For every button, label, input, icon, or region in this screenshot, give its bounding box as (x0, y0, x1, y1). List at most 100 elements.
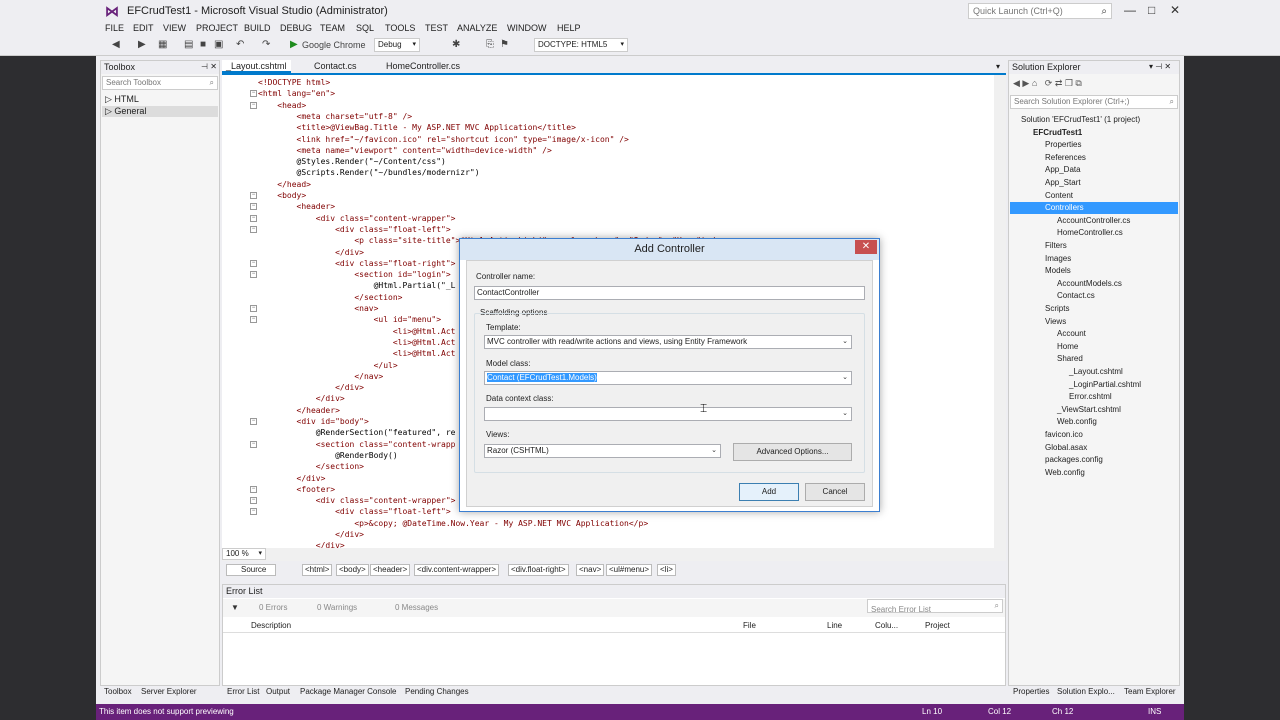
breadcrumb-item[interactable]: <header> (370, 564, 411, 576)
breadcrumb-item[interactable]: <div.float-right> (508, 564, 569, 576)
collapse-icon[interactable]: − (250, 497, 257, 505)
solution-tree-item[interactable]: _Layout.cshtml (1069, 367, 1123, 376)
solution-tree-item[interactable]: EFCrudTest1 (1033, 128, 1082, 137)
browser-label[interactable]: Google Chrome (302, 40, 366, 50)
collapse-icon[interactable]: − (250, 485, 257, 493)
toolbox-search-input[interactable]: Search Toolbox ⌕ (102, 76, 218, 90)
collapse-icon[interactable]: − (250, 316, 257, 324)
code-line[interactable]: <!DOCTYPE html> (258, 77, 330, 88)
bookmark-icon[interactable]: ⚑ (500, 39, 509, 50)
breadcrumb-item[interactable]: <div.content-wrapper> (414, 564, 500, 576)
code-line[interactable]: <header> (258, 201, 336, 212)
menu-item-window[interactable]: WINDOW (507, 23, 547, 33)
code-line[interactable]: </header> (258, 405, 340, 416)
solution-tree-item[interactable]: Controllers (1045, 203, 1084, 212)
solution-tree-item[interactable]: Global.asax (1045, 443, 1087, 452)
column-line[interactable]: Line (827, 621, 842, 630)
code-line[interactable]: </div> (258, 393, 345, 404)
solution-tree-item[interactable]: Web.config (1045, 468, 1085, 477)
code-line[interactable]: <meta name="viewport" content="width=dev… (258, 145, 552, 156)
collapse-icon[interactable]: − (250, 90, 257, 98)
code-line[interactable]: <div class="content-wrapper"> (258, 495, 456, 506)
tab-home-controller[interactable]: HomeController.cs (382, 60, 464, 73)
back-icon[interactable]: ◀ (112, 39, 120, 50)
solution-tree-item[interactable]: Contact.cs (1057, 291, 1095, 300)
toolbox-group-html[interactable]: ▷ HTML (105, 94, 139, 105)
forward-icon[interactable]: ▶ (138, 39, 146, 50)
menu-item-help[interactable]: HELP (557, 23, 581, 33)
solution-tree-item[interactable]: AccountController.cs (1057, 216, 1130, 225)
close-icon[interactable]: ✕ (855, 240, 877, 254)
bottom-tab[interactable]: Solution Explo... (1057, 687, 1115, 696)
solution-tree-item[interactable]: Scripts (1045, 304, 1069, 313)
code-line[interactable]: </div> (258, 540, 345, 548)
advanced-options-button[interactable]: Advanced Options... (733, 443, 852, 461)
model-class-select[interactable]: Contact (EFCrudTest1.Models) ⌄ (484, 371, 852, 385)
editor-scrollbar[interactable] (994, 75, 1006, 548)
open-icon[interactable]: ▤ (184, 39, 193, 50)
redo-icon[interactable]: ↷ (262, 39, 270, 50)
bottom-tab[interactable]: Server Explorer (141, 687, 197, 696)
solution-tree-item[interactable]: Solution 'EFCrudTest1' (1 project) (1021, 115, 1140, 124)
code-line[interactable]: </div> (258, 382, 364, 393)
solution-tree-item[interactable]: References (1045, 153, 1086, 162)
code-line[interactable]: @RenderSection("featured", re (258, 427, 456, 438)
code-line[interactable]: @Scripts.Render("~/bundles/modernizr") (258, 167, 480, 178)
add-button[interactable]: Add (739, 483, 799, 501)
code-line[interactable]: <body> (258, 190, 306, 201)
toolbox-group-general[interactable]: ▷ General (102, 106, 218, 117)
bottom-tab[interactable]: Error List (227, 687, 259, 696)
template-select[interactable]: MVC controller with read/write actions a… (484, 335, 852, 349)
maximize-icon[interactable]: □ (1148, 3, 1155, 17)
bottom-tab[interactable]: Properties (1013, 687, 1049, 696)
code-line[interactable]: </div> (258, 529, 364, 540)
menu-item-test[interactable]: TEST (425, 23, 448, 33)
code-line[interactable]: <div class="float-right"> (258, 258, 455, 269)
solution-tree-item[interactable]: Models (1045, 266, 1071, 275)
breadcrumb-item[interactable]: <nav> (576, 564, 605, 576)
minimize-icon[interactable]: — (1124, 3, 1136, 17)
pin-icon[interactable]: ▾ ⊣ ✕ (1149, 62, 1171, 71)
menu-item-build[interactable]: BUILD (244, 23, 271, 33)
code-line[interactable]: <div class="float-left"> (258, 224, 451, 235)
views-select[interactable]: Razor (CSHTML) ⌄ (484, 444, 721, 458)
code-line[interactable]: </nav> (258, 371, 383, 382)
bottom-tab[interactable]: Package Manager Console (300, 687, 397, 696)
collapse-icon[interactable]: − (250, 203, 257, 211)
source-tab[interactable]: Source (226, 564, 276, 576)
solution-tree-item[interactable]: favicon.ico (1045, 430, 1083, 439)
tab-layout[interactable]: _Layout.cshtml (222, 60, 291, 73)
menu-item-view[interactable]: VIEW (163, 23, 186, 33)
breadcrumb-item[interactable]: <li> (657, 564, 676, 576)
config-combo[interactable]: Debug ▾ (374, 38, 420, 52)
collapse-icon[interactable]: − (250, 101, 257, 109)
solution-tree-item[interactable]: AccountModels.cs (1057, 279, 1122, 288)
code-line[interactable]: <head> (258, 100, 306, 111)
menu-item-debug[interactable]: DEBUG (280, 23, 312, 33)
collapse-icon[interactable]: − (250, 271, 257, 279)
save-icon[interactable]: ■ (200, 39, 206, 50)
solution-tree-item[interactable]: Home (1057, 342, 1078, 351)
collapse-icon[interactable]: − (250, 225, 257, 233)
code-line[interactable]: <title>@ViewBag.Title - My ASP.NET MVC A… (258, 122, 576, 133)
code-line[interactable]: @Html.Partial("_L (258, 280, 456, 291)
code-line[interactable]: </div> (258, 247, 364, 258)
menu-item-edit[interactable]: EDIT (133, 23, 154, 33)
start-debug-icon[interactable]: ▶ (290, 39, 298, 50)
code-line[interactable]: </section> (258, 461, 364, 472)
column-description[interactable]: Description (251, 621, 291, 630)
save-all-icon[interactable]: ▣ (214, 39, 223, 50)
code-line[interactable]: <div class="content-wrapper"> (258, 213, 456, 224)
bottom-tab[interactable]: Output (266, 687, 290, 696)
collapse-icon[interactable]: − (250, 192, 257, 199)
code-line[interactable]: </section> (258, 292, 402, 303)
solution-tree-item[interactable]: packages.config (1045, 455, 1103, 464)
column-file[interactable]: File (743, 621, 756, 630)
menu-item-file[interactable]: FILE (105, 23, 124, 33)
solution-tree-item[interactable]: Shared (1057, 354, 1083, 363)
code-line[interactable]: <li>@Html.Act (258, 348, 456, 359)
code-line[interactable]: <li>@Html.Act (258, 337, 456, 348)
quick-launch-input[interactable]: Quick Launch (Ctrl+Q) ⌕ (968, 3, 1112, 19)
doctype-combo[interactable]: DOCTYPE: HTML5 ▾ (534, 38, 628, 52)
breadcrumb-item[interactable]: <ul#menu> (606, 564, 653, 576)
